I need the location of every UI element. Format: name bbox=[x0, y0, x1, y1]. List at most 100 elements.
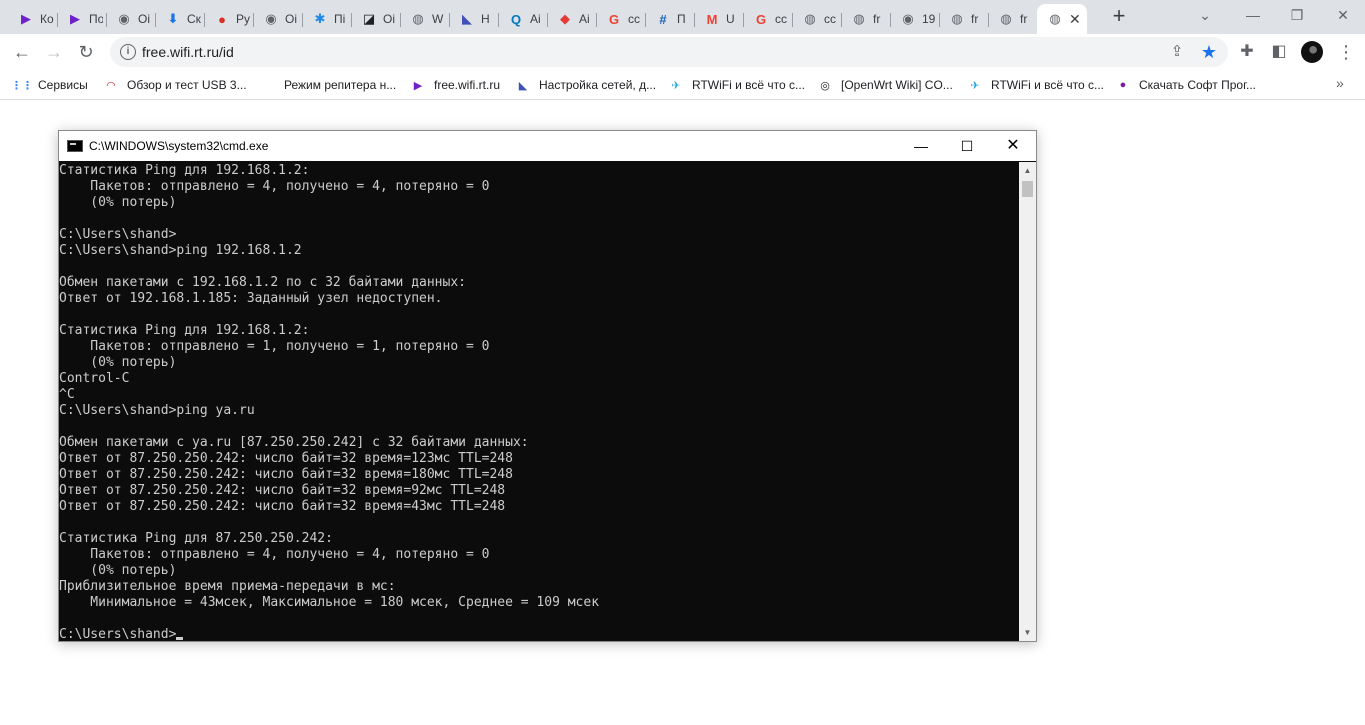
tab[interactable]: ◉ Оі bbox=[253, 6, 302, 32]
tab-title: fr bbox=[1020, 12, 1028, 26]
tab[interactable]: ◍ W bbox=[400, 6, 449, 32]
share-icon[interactable]: ⇪ bbox=[1168, 43, 1186, 61]
google-icon: G bbox=[608, 11, 620, 27]
bookmark-item[interactable]: ◠ Обзор и тест USB 3... bbox=[103, 76, 247, 94]
console-scrollbar[interactable]: ▲ ▼ bbox=[1019, 162, 1036, 641]
menu-kebab-icon[interactable]: ⋮ bbox=[1336, 42, 1356, 62]
cmd-minimize-button[interactable]: — bbox=[898, 131, 944, 161]
console-line: Обмен пакетами с ya.ru [87.250.250.242] … bbox=[59, 435, 529, 450]
tab-title: По bbox=[89, 12, 103, 26]
bookmark-label: Обзор и тест USB 3... bbox=[127, 78, 247, 92]
scroll-up-arrow-icon[interactable]: ▲ bbox=[1019, 162, 1036, 179]
back-button[interactable]: ← bbox=[10, 40, 34, 64]
tab[interactable]: ◍ fr bbox=[939, 6, 988, 32]
bookmark-item[interactable]: ◎ [OpenWrt Wiki] CO... bbox=[817, 76, 953, 94]
wireless-icon: ◉ bbox=[902, 11, 914, 26]
bookmark-item[interactable]: ⋮⋮ Сервисы bbox=[11, 76, 88, 94]
profile-avatar[interactable] bbox=[1301, 41, 1323, 63]
bookmark-item[interactable]: ✈ RTWiFi и всё что с... bbox=[668, 76, 805, 94]
globe-icon: ◍ bbox=[853, 11, 865, 26]
software-logo-icon: ● bbox=[1119, 79, 1127, 91]
console-icon bbox=[67, 140, 83, 152]
bookmarks-overflow-chevron-icon[interactable]: » bbox=[1336, 75, 1344, 91]
tab[interactable]: ✱ Пі bbox=[302, 6, 351, 32]
bookmark-label: Сервисы bbox=[38, 78, 88, 92]
tab-title: Н bbox=[481, 12, 490, 26]
close-window-button[interactable]: ✕ bbox=[1333, 5, 1353, 25]
scroll-down-arrow-icon[interactable]: ▼ bbox=[1019, 624, 1036, 641]
tab[interactable]: ● Ру bbox=[204, 6, 253, 32]
address-bar[interactable]: i free.wifi.rt.ru/id ⇪ ★ bbox=[110, 37, 1228, 67]
new-tab-button[interactable]: + bbox=[1109, 5, 1129, 27]
restore-window-button[interactable]: ❐ bbox=[1287, 5, 1307, 25]
side-panel-icon[interactable]: ◧ bbox=[1269, 42, 1289, 62]
bookmark-star-icon[interactable]: ★ bbox=[1199, 42, 1219, 62]
reload-button[interactable]: ↻ bbox=[74, 40, 98, 64]
console-prompt: C:\Users\shand> bbox=[59, 627, 177, 641]
tab[interactable]: ◣ Н bbox=[449, 6, 498, 32]
bookmark-label: Настройка сетей, д... bbox=[539, 78, 657, 92]
bookmark-item[interactable]: ◣ Настройка сетей, д... bbox=[515, 76, 656, 94]
openwrt-icon: ◎ bbox=[820, 79, 830, 92]
console-line: Минимальное = 43мсек, Максимальное = 180… bbox=[59, 595, 600, 610]
console-line: (0% потерь) bbox=[59, 355, 177, 370]
console-line: Ответ от 87.250.250.242: число байт=32 в… bbox=[59, 499, 506, 514]
tab-title: W bbox=[432, 12, 444, 26]
forward-button[interactable]: → bbox=[42, 40, 66, 64]
site-info-icon[interactable]: i bbox=[120, 44, 136, 60]
tab[interactable]: ◉ 19 bbox=[890, 6, 939, 32]
tab-strip: ▶ Ко ▶ По ◉ Оі ⬇ Ск ● Ру ◉ Оі ✱ Пі ◪ Оі ◍ W ◣ Н Q Аі ◆ Аі Gсс # П M… bbox=[0, 0, 1365, 34]
close-tab-icon[interactable]: ✕ bbox=[1069, 11, 1081, 28]
scrollbar-thumb[interactable] bbox=[1022, 181, 1033, 197]
cmd-close-button[interactable]: ✕ bbox=[990, 131, 1036, 161]
tab[interactable]: Gсс bbox=[596, 6, 645, 32]
console-line: Статистика Ping для 192.168.1.2: bbox=[59, 323, 310, 338]
tab-active[interactable]: ◍ ✕ bbox=[1037, 4, 1087, 34]
tab[interactable]: ◍ fr bbox=[988, 6, 1037, 32]
tab[interactable]: ⬇ Ск bbox=[155, 6, 204, 32]
tab[interactable]: ▶ По bbox=[57, 6, 106, 32]
tab[interactable]: MU bbox=[694, 6, 743, 32]
tab[interactable]: ▶ Ко bbox=[8, 6, 57, 32]
tab-title: Пі bbox=[334, 12, 346, 26]
rtwifi-bird-icon: ✈ bbox=[970, 79, 980, 92]
address-url[interactable]: free.wifi.rt.ru/id bbox=[142, 44, 234, 60]
snowflake-icon: ✱ bbox=[314, 11, 326, 26]
google-icon: G bbox=[755, 11, 767, 27]
bookmarks-bar: » ⋮⋮ Сервисы ◠ Обзор и тест USB 3... Режим р… bbox=[0, 70, 1365, 100]
globe-icon: ◍ bbox=[1049, 11, 1061, 26]
tab[interactable]: ◍ fr bbox=[841, 6, 890, 32]
tab[interactable]: Q Аі bbox=[498, 6, 547, 32]
apps-grid-icon: ⋮⋮ bbox=[11, 79, 33, 92]
tab[interactable]: # П bbox=[645, 6, 694, 32]
chart-logo-icon: ◣ bbox=[462, 11, 472, 26]
gmail-icon: M bbox=[706, 11, 718, 27]
minimize-window-button[interactable]: — bbox=[1243, 5, 1263, 25]
tab-title: Оі bbox=[383, 12, 395, 26]
cmd-title-bar[interactable]: C:\WINDOWS\system32\cmd.exe — ☐ ✕ bbox=[59, 131, 1036, 161]
bookmark-item[interactable]: ● Скачать Софт Прог... bbox=[1115, 76, 1256, 94]
rtwifi-logo-icon: ▶ bbox=[70, 11, 80, 26]
rtwifi-bird-icon: ✈ bbox=[671, 79, 681, 92]
extensions-puzzle-icon[interactable]: ✚ bbox=[1237, 42, 1257, 62]
tab-title: сс bbox=[824, 12, 836, 26]
console-output[interactable]: Статистика Ping для 192.168.1.2: Пакетов… bbox=[59, 162, 1019, 641]
console-line: C:\Users\shand> bbox=[59, 227, 177, 242]
bookmark-label: Скачать Софт Прог... bbox=[1139, 78, 1256, 92]
tab-search-chevron-icon[interactable]: ⌄ bbox=[1195, 5, 1215, 25]
bookmark-label: free.wifi.rt.ru bbox=[434, 78, 501, 92]
bookmark-item[interactable]: ✈ RTWiFi и всё что с... bbox=[967, 76, 1104, 94]
bookmark-item[interactable]: Режим репитера н... bbox=[260, 76, 396, 94]
console-line: C:\Users\shand>ping 192.168.1.2 bbox=[59, 243, 302, 258]
tab[interactable]: Gсс bbox=[743, 6, 792, 32]
tab[interactable]: ◉ Оі bbox=[106, 6, 155, 32]
cmd-maximize-button[interactable]: ☐ bbox=[944, 131, 990, 161]
bookmark-item[interactable]: ▶ free.wifi.rt.ru bbox=[410, 76, 500, 94]
tab[interactable]: ◆ Аі bbox=[547, 6, 596, 32]
console-prompt-line[interactable]: C:\Users\shand> bbox=[59, 627, 1019, 641]
tab[interactable]: ◍ сс bbox=[792, 6, 841, 32]
tab[interactable]: ◪ Оі bbox=[351, 6, 400, 32]
